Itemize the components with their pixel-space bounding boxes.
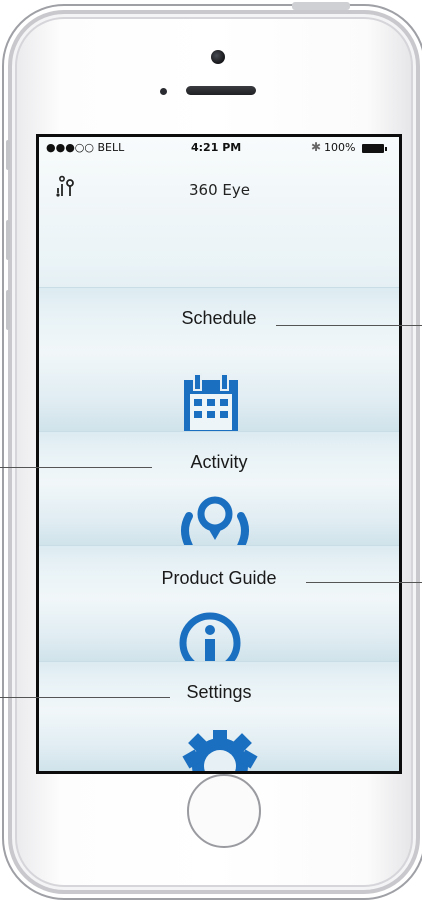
product-guide-callout-line <box>306 582 422 583</box>
home-button[interactable] <box>187 774 261 848</box>
front-camera <box>211 50 225 64</box>
carrier-signal: ●●●○○ BELL <box>46 141 125 154</box>
menu-item-settings[interactable]: Settings <box>39 661 399 771</box>
status-time: 4:21 PM <box>191 141 242 154</box>
robot-logo-icon[interactable] <box>52 175 76 199</box>
power-button <box>292 2 350 10</box>
activity-callout-line <box>0 467 152 468</box>
menu-item-product-guide[interactable]: Product Guide <box>39 545 399 662</box>
menu-item-activity[interactable]: Activity <box>39 431 399 546</box>
menu-item-label: Settings <box>186 682 252 702</box>
bluetooth-icon: ✱ <box>311 140 322 154</box>
battery-icon <box>362 144 387 153</box>
gear-icon <box>182 730 258 771</box>
schedule-callout-line <box>276 325 422 326</box>
app-title: 360 Eye <box>189 181 250 199</box>
menu-item-label: Activity <box>190 452 248 472</box>
calendar-icon <box>184 373 238 432</box>
phone-screen: ●●●○○ BELL 4:21 PM ✱ 100% 360 Eye Schedu… <box>36 134 402 774</box>
earpiece-speaker <box>186 86 256 95</box>
menu-item-label: Product Guide <box>161 568 277 588</box>
volume-up-button <box>6 220 10 260</box>
info-icon <box>179 612 241 662</box>
settings-callout-line <box>0 697 170 698</box>
volume-down-button <box>6 290 10 330</box>
nav-bar: 360 Eye <box>39 163 399 203</box>
app-screen: ●●●○○ BELL 4:21 PM ✱ 100% 360 Eye Schedu… <box>39 137 399 771</box>
proximity-sensor <box>160 88 167 95</box>
mute-switch <box>6 140 10 170</box>
location-pin-icon <box>181 496 249 546</box>
menu-item-schedule[interactable]: Schedule <box>39 287 399 432</box>
status-bar: ●●●○○ BELL 4:21 PM ✱ 100% <box>39 137 399 157</box>
battery-percent: 100% <box>324 141 356 154</box>
